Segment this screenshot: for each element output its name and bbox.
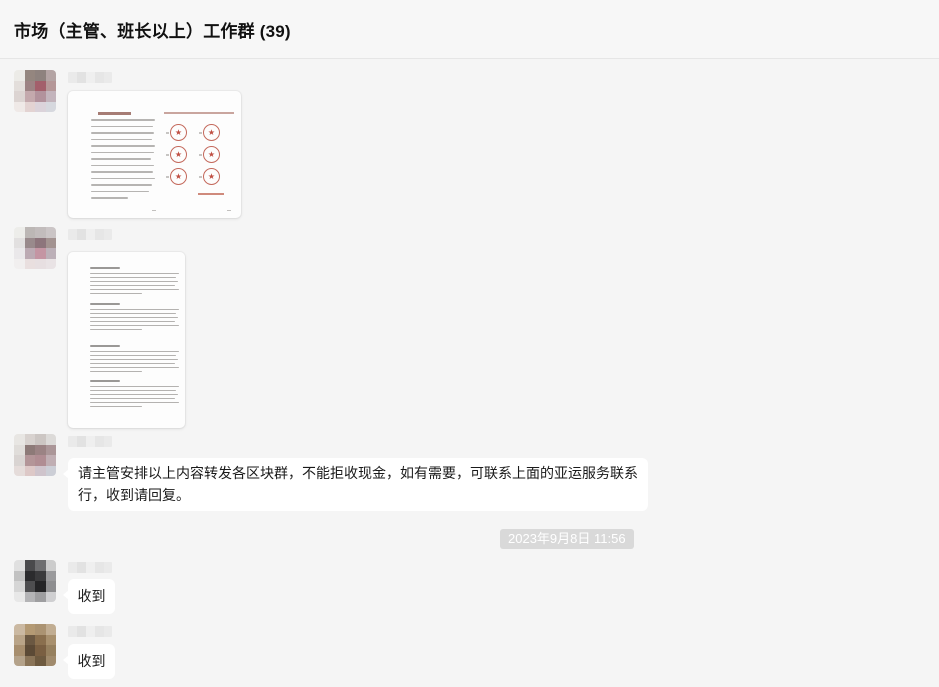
document-section [90, 267, 179, 297]
document-header-line [164, 112, 234, 114]
message-row [0, 227, 939, 432]
page-number-mark [227, 210, 231, 212]
chat-window: 市场（主管、班长以上）工作群 (39) ★★★★★★ [0, 0, 939, 687]
avatar[interactable] [14, 434, 56, 476]
sender-name-redacted [68, 72, 112, 83]
document-section [90, 303, 179, 333]
sender-name-redacted [68, 626, 112, 637]
bubble-tail [63, 655, 69, 665]
message-row: 收到 [0, 560, 939, 616]
document-body-lines [91, 119, 155, 204]
document-section [90, 345, 179, 375]
bubble-tail [63, 469, 69, 479]
avatar[interactable] [14, 560, 56, 602]
chat-header: 市场（主管、班长以上）工作群 (39) [0, 0, 939, 59]
official-seals: ★★★★★★ [164, 124, 226, 185]
message-text: 收到 [78, 653, 106, 669]
sender-name-redacted [68, 562, 112, 573]
message-text: 请主管安排以上内容转发各区块群，不能拒收现金，如有需要，可联系上面的亚运服务联系… [78, 465, 638, 503]
avatar[interactable] [14, 70, 56, 112]
avatar[interactable] [14, 624, 56, 666]
seal-date-line [198, 193, 224, 195]
page-number-mark [152, 210, 156, 212]
message-row: 请主管安排以上内容转发各区块群，不能拒收现金，如有需要，可联系上面的亚运服务联系… [0, 434, 939, 514]
document-title-line [98, 112, 131, 115]
message-bubble[interactable]: 收到 [68, 579, 115, 614]
timestamp-badge: 2023年9月8日 11:56 [500, 529, 634, 549]
message-bubble[interactable]: 请主管安排以上内容转发各区块群，不能拒收现金，如有需要，可联系上面的亚运服务联系… [68, 458, 648, 511]
sender-name-redacted [68, 229, 112, 240]
message-bubble[interactable]: 收到 [68, 644, 115, 679]
message-row: 收到 [0, 624, 939, 680]
message-text: 收到 [78, 588, 106, 604]
bubble-tail [63, 590, 69, 600]
sender-name-redacted [68, 436, 112, 447]
message-image-seals-document[interactable]: ★★★★★★ [68, 91, 241, 218]
document-section [90, 380, 179, 410]
message-row: ★★★★★★ [0, 70, 939, 220]
avatar[interactable] [14, 227, 56, 269]
message-image-text-document[interactable] [68, 252, 185, 428]
group-chat-title: 市场（主管、班长以上）工作群 (39) [14, 17, 291, 42]
